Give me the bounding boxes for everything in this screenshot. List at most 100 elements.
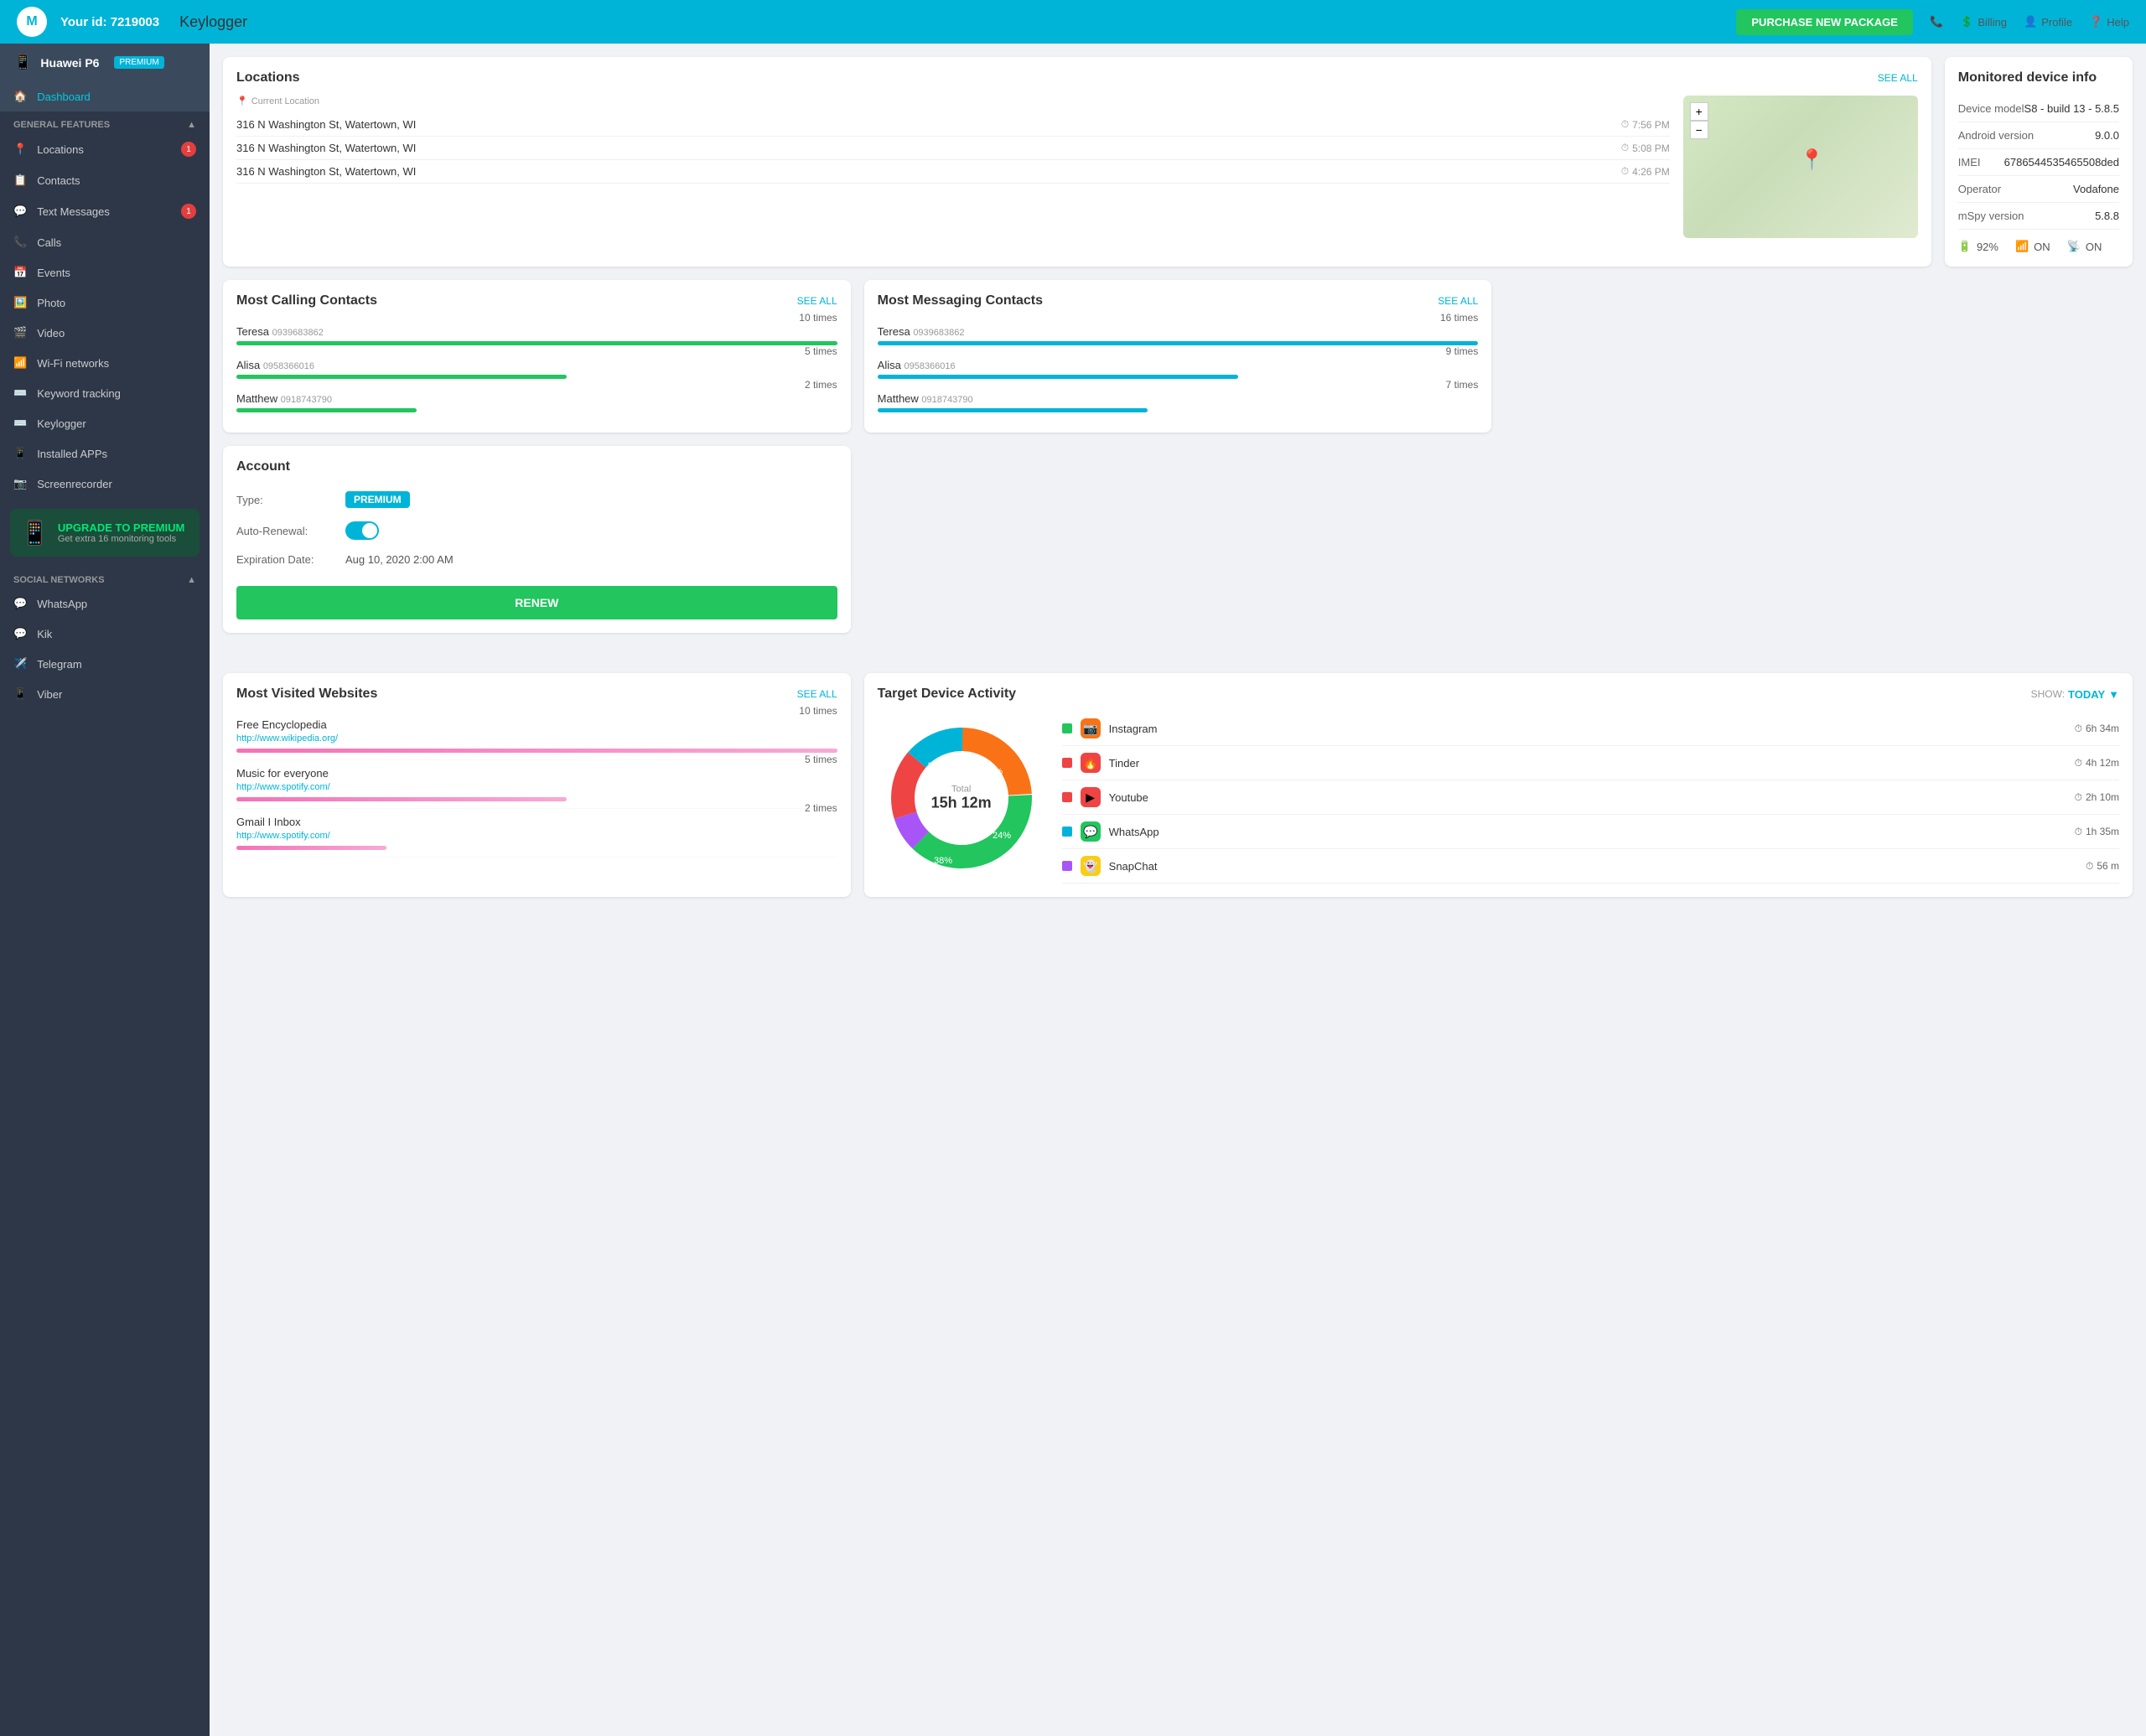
donut-label-tinder: 24% <box>993 831 1011 841</box>
website-bar-2 <box>236 846 386 850</box>
video-label: Video <box>37 327 65 339</box>
sidebar-item-calls[interactable]: 📞 Calls <box>0 227 210 257</box>
locations-see-all[interactable]: SEE ALL <box>1878 72 1918 84</box>
sidebar-item-keylogger[interactable]: ⌨️ Keylogger <box>0 408 210 438</box>
websites-see-all[interactable]: SEE ALL <box>797 688 837 700</box>
messaging-see-all[interactable]: SEE ALL <box>1438 295 1478 307</box>
youtube-name: Youtube <box>1109 791 2066 804</box>
purchase-new-package-button[interactable]: PURCHASE NEW PACKAGE <box>1736 9 1913 35</box>
sidebar-item-kik[interactable]: 💬 Kik <box>0 619 210 649</box>
phone-icon[interactable]: 📞 <box>1930 15 1943 29</box>
current-location-label: 📍 Current Location <box>236 96 1670 106</box>
map-zoom-out-button[interactable]: − <box>1690 121 1708 139</box>
photo-icon: 🖼️ <box>13 296 27 309</box>
device-info-title: Monitored device info <box>1958 70 2097 86</box>
pin-icon: 📍 <box>236 96 248 106</box>
websites-title: Most Visited Websites <box>236 687 377 702</box>
whatsapp-dot <box>1062 827 1072 837</box>
sidebar-item-photo[interactable]: 🖼️ Photo <box>0 288 210 318</box>
row-3: Most Visited Websites SEE ALL Free Encyc… <box>223 646 2133 897</box>
auto-renewal-toggle[interactable] <box>345 521 379 540</box>
calling-title: Most Calling Contacts <box>236 293 377 308</box>
whatsapp-label: WhatsApp <box>37 598 87 610</box>
location-entry-0: 316 N Washington St, Watertown, WI ⏱ 7:5… <box>236 113 1670 137</box>
operator-label: Operator <box>1958 183 2001 195</box>
locations-badge: 1 <box>181 142 196 157</box>
sidebar-item-wifi[interactable]: 📶 Wi-Fi networks <box>0 348 210 378</box>
donut-center-text: Total 15h 12m <box>931 784 992 811</box>
profile-icon: 👤 <box>2024 15 2037 29</box>
social-chevron-icon: ▲ <box>187 575 196 585</box>
map-zoom-in-button[interactable]: + <box>1690 102 1708 121</box>
location-address-2: 316 N Washington St, Watertown, WI <box>236 165 416 178</box>
location-entry-1: 316 N Washington St, Watertown, WI ⏱ 5:0… <box>236 137 1670 160</box>
messaging-contact-0: Teresa 0939683862 16 times <box>878 319 1479 352</box>
youtube-dot <box>1062 792 1072 802</box>
calls-label: Calls <box>37 236 61 249</box>
whatsapp-app-icon: 💬 <box>1081 821 1101 842</box>
device-icon: 📱 <box>13 54 32 71</box>
messaging-bar-2 <box>878 408 1148 412</box>
sidebar-item-dashboard[interactable]: 🏠 Dashboard <box>0 81 210 111</box>
renew-button[interactable]: RENEW <box>236 586 837 619</box>
sidebar-item-video[interactable]: 🎬 Video <box>0 318 210 348</box>
website-url-2[interactable]: http://www.spotify.com/ <box>236 831 330 841</box>
messaging-phone-0: 0939683862 <box>913 328 964 338</box>
upgrade-subtitle: Get extra 16 monitoring tools <box>58 534 184 544</box>
calling-see-all[interactable]: SEE ALL <box>797 295 837 307</box>
locations-header: Locations SEE ALL <box>236 70 1918 86</box>
help-icon: ❓ <box>2089 15 2102 29</box>
billing-nav-item[interactable]: 💲 Billing <box>1960 15 2007 29</box>
signal-icon: 📡 <box>2067 240 2081 253</box>
signal-status: 📡 ON <box>2067 240 2102 253</box>
sidebar-item-screenrecorder[interactable]: 📷 Screenrecorder <box>0 469 210 499</box>
mspy-version-value: 5.8.8 <box>2095 210 2119 222</box>
sidebar-item-viber[interactable]: 📱 Viber <box>0 679 210 709</box>
instagram-name: Instagram <box>1109 723 2066 735</box>
messaging-bar-1 <box>878 375 1238 379</box>
sidebar-item-installed-apps[interactable]: 📱 Installed APPs <box>0 438 210 469</box>
profile-nav-item[interactable]: 👤 Profile <box>2024 15 2072 29</box>
general-features-section: GENERAL FEATURES ▲ <box>0 111 210 133</box>
sidebar-item-text-messages[interactable]: 💬 Text Messages 1 <box>0 195 210 227</box>
device-selector[interactable]: 📱 Huawei P6 PREMIUM <box>0 44 210 81</box>
row-1: Locations SEE ALL 📍 Current Location 316… <box>223 57 2133 267</box>
website-url-1[interactable]: http://www.spotify.com/ <box>236 782 330 792</box>
device-name-label: Huawei P6 <box>40 56 99 70</box>
calling-bar-1 <box>236 375 567 379</box>
upgrade-icon: 📱 <box>20 519 49 547</box>
help-nav-item[interactable]: ❓ Help <box>2089 15 2129 29</box>
row-2: Account Type: PREMIUM Auto-Renewal: Expi… <box>223 280 2133 633</box>
website-url-0[interactable]: http://www.wikipedia.org/ <box>236 733 338 744</box>
dashboard-label: Dashboard <box>37 91 91 103</box>
calling-header: Most Calling Contacts SEE ALL <box>236 293 837 308</box>
operator-value: Vodafone <box>2073 183 2119 195</box>
sidebar-item-locations[interactable]: 📍 Locations 1 <box>0 133 210 165</box>
donut-label-instagram: 16% <box>984 767 1003 777</box>
show-today-button[interactable]: TODAY <box>2068 688 2105 701</box>
sidebar-item-contacts[interactable]: 📋 Contacts <box>0 165 210 195</box>
sidebar-item-whatsapp[interactable]: 💬 WhatsApp <box>0 588 210 619</box>
sidebar-item-keyword-tracking[interactable]: ⌨️ Keyword tracking <box>0 378 210 408</box>
donut-label-whatsapp: 38% <box>934 856 952 866</box>
whatsapp-time: ⏱ 1h 35m <box>2075 826 2119 838</box>
social-networks-section: SOCIAL NETWORKS ▲ <box>0 567 210 588</box>
activity-header: Target Device Activity SHOW: TODAY ▼ <box>878 687 2119 702</box>
upgrade-banner[interactable]: 📱 UPGRADE TO PREMIUM Get extra 16 monito… <box>10 509 200 557</box>
screenrecorder-icon: 📷 <box>13 477 27 490</box>
activity-content: 16% 38% 8% 14% 24% Total 15h 12m <box>878 712 2119 884</box>
website-times-1: 5 times <box>805 754 837 765</box>
mspy-version-label: mSpy version <box>1958 210 2024 222</box>
messaging-times-0: 16 times <box>1440 312 1478 324</box>
sidebar-item-events[interactable]: 📅 Events <box>0 257 210 288</box>
activity-item-instagram: 📷 Instagram ⏱ 6h 34m <box>1062 712 2119 746</box>
location-address-1: 316 N Washington St, Watertown, WI <box>236 142 416 154</box>
activity-item-snapchat: 👻 SnapChat ⏱ 56 m <box>1062 849 2119 884</box>
messaging-times-1: 9 times <box>1446 345 1479 357</box>
calling-bar-0 <box>236 341 837 345</box>
activity-title: Target Device Activity <box>878 687 1016 702</box>
messaging-times-2: 7 times <box>1446 379 1479 391</box>
chevron-down-icon: ▼ <box>2108 688 2119 701</box>
telegram-icon: ✈️ <box>13 657 27 671</box>
sidebar-item-telegram[interactable]: ✈️ Telegram <box>0 649 210 679</box>
